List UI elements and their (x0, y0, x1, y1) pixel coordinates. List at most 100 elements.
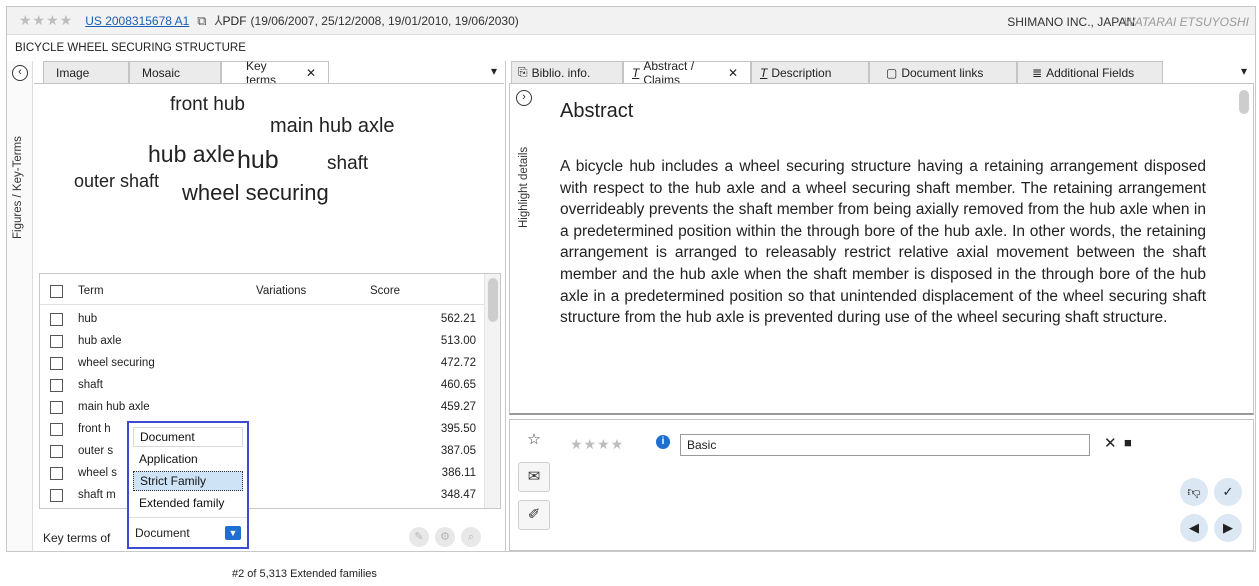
settings-icon[interactable]: ⚙ (435, 527, 455, 547)
user-rating-icon[interactable]: ☆ (518, 426, 550, 456)
table-row[interactable]: hub axle 513.00 (40, 330, 484, 352)
annotation-panel: ☆ ✉ ✐ ★★★★ i Basic ✕ ■ 👎︎ ✓ ◀ ▶ (509, 419, 1254, 551)
option-application[interactable]: Application (133, 449, 243, 469)
table-row[interactable]: outer s 387.05 (40, 440, 484, 462)
cloud-term[interactable]: front hub (170, 94, 245, 116)
applicant-name: SHIMANO INC., JAPAN (1007, 15, 1135, 29)
abstract-text: A bicycle hub includes a wheel securing … (560, 158, 1206, 327)
score-cell: 348.47 (440, 489, 476, 501)
note-icon[interactable]: ✉ (518, 462, 550, 492)
table-row[interactable]: wheel s 386.11 (40, 462, 484, 484)
document-header: ★★★★ US 2008315678 A1 ⧉ ⅄ PDF (19/06/200… (7, 7, 1255, 35)
close-icon[interactable]: ✕ (306, 66, 316, 80)
row-checkbox[interactable] (50, 356, 63, 370)
publication-number-link[interactable]: US 2008315678 A1 (85, 14, 189, 28)
table-scrollbar[interactable] (484, 274, 500, 508)
key-terms-panel: ‹ Figures / Key-Terms Image Mosaic Key t… (7, 59, 506, 551)
table-row[interactable]: wheel securing 472.72 (40, 352, 484, 374)
term-cell: shaft (78, 379, 103, 391)
highlight-details-label[interactable]: Highlight details (518, 147, 530, 228)
tab-document-links-label: Document links (901, 65, 984, 80)
highlight-icon[interactable]: ✎ (409, 527, 429, 547)
table-row[interactable]: shaft 460.65 (40, 374, 484, 396)
term-cell: front h (78, 423, 111, 435)
tab-image[interactable]: Image (43, 61, 129, 83)
scroll-thumb[interactable] (488, 278, 498, 322)
cloud-term[interactable]: main hub axle (270, 115, 395, 138)
rating-stars[interactable]: ★★★★ (19, 12, 73, 29)
chevron-down-icon[interactable]: ▼ (225, 526, 241, 540)
edit-note-icon[interactable]: ✐ (518, 500, 550, 530)
select-field[interactable]: Document ▼ (129, 517, 247, 547)
row-checkbox[interactable] (50, 422, 63, 436)
pdf-icon[interactable]: ⅄ (215, 13, 223, 29)
next-icon[interactable]: ▶ (1214, 514, 1242, 542)
check-icon[interactable]: ✓ (1214, 478, 1242, 506)
term-cell: shaft m (78, 489, 116, 501)
table-row[interactable]: shaft m 348.47 (40, 484, 484, 506)
label-input[interactable]: Basic (680, 434, 1090, 456)
row-checkbox[interactable] (50, 488, 63, 502)
search-icon[interactable]: ⌕ (461, 527, 481, 547)
clear-icon[interactable]: ✕ (1104, 434, 1117, 452)
score-cell: 387.05 (440, 445, 476, 457)
tab-menu-icon[interactable]: ▾ (491, 64, 497, 78)
side-strip: ‹ Figures / Key-Terms (7, 61, 33, 551)
key-terms-of-label: Key terms of (43, 531, 111, 545)
abstract-scrollbar[interactable] (1237, 86, 1251, 406)
info-icon[interactable]: i (656, 435, 670, 449)
key-terms-scope-dropdown[interactable]: Document Application Strict Family Exten… (127, 421, 249, 549)
tab-menu-icon[interactable]: ▾ (1241, 64, 1247, 78)
scroll-thumb[interactable] (1239, 90, 1249, 114)
previous-icon[interactable]: ◀ (1180, 514, 1208, 542)
row-checkbox[interactable] (50, 312, 63, 326)
cloud-term[interactable]: outer shaft (74, 171, 159, 192)
save-icon[interactable]: ■ (1124, 435, 1132, 450)
tab-key-terms[interactable]: Key terms ✕ (221, 59, 329, 87)
cloud-term[interactable]: wheel securing (182, 180, 329, 206)
term-cell: outer s (78, 445, 114, 457)
header-score[interactable]: Score (370, 285, 400, 297)
tab-mosaic[interactable]: Mosaic (129, 61, 221, 83)
row-checkbox[interactable] (50, 466, 63, 480)
cloud-term[interactable]: hub (237, 146, 279, 175)
row-checkbox[interactable] (50, 400, 63, 414)
collapse-left-icon[interactable]: ‹ (12, 65, 28, 81)
header-divider (40, 304, 484, 305)
row-checkbox[interactable] (50, 378, 63, 392)
document-title: BICYCLE WHEEL SECURING STRUCTURE (15, 42, 246, 54)
term-cloud: front hub main hub axle hub axle hub sha… (34, 83, 504, 265)
result-position-status: #2 of 5,313 Extended families (232, 568, 377, 580)
close-icon[interactable]: ✕ (728, 66, 738, 80)
option-strict-family[interactable]: Strict Family (133, 471, 243, 491)
tab-document-links[interactable]: ▢ Document links (869, 61, 1017, 83)
tab-abstract-claims[interactable]: T Abstract / Claims ✕ (623, 59, 751, 87)
header-term[interactable]: Term (78, 285, 104, 297)
figures-key-terms-label[interactable]: Figures / Key-Terms (12, 136, 24, 239)
cloud-term[interactable]: shaft (327, 153, 368, 175)
score-cell: 513.00 (440, 335, 476, 347)
tab-additional-fields[interactable]: ≣ Additional Fields (1017, 61, 1163, 83)
row-checkbox[interactable] (50, 444, 63, 458)
row-checkbox[interactable] (50, 334, 63, 348)
header-variations[interactable]: Variations (256, 285, 306, 297)
table-row[interactable]: front h 395.50 (40, 418, 484, 440)
cloud-term[interactable]: hub axle (148, 141, 235, 168)
fields-icon: ≣ (1032, 65, 1043, 80)
tab-biblio[interactable]: ⎘ Biblio. info. (511, 61, 623, 83)
option-extended-family[interactable]: Extended family (133, 493, 243, 513)
pdf-label[interactable]: PDF (223, 14, 247, 28)
abstract-panel: ⎘ Biblio. info. T Abstract / Claims ✕ T Desc… (507, 59, 1255, 551)
tab-image-label: Image (56, 65, 90, 80)
expand-highlight-icon[interactable]: › (516, 90, 532, 106)
score-cell: 472.72 (440, 357, 476, 369)
option-document[interactable]: Document (133, 427, 243, 447)
thumbs-down-icon[interactable]: 👎︎ (1180, 478, 1208, 506)
table-row[interactable]: main hub axle 459.27 (40, 396, 484, 418)
table-row[interactable]: hub 562.21 (40, 308, 484, 330)
document-dates: (19/06/2007, 25/12/2008, 19/01/2010, 19/… (250, 13, 519, 28)
note-rating-stars[interactable]: ★★★★ (570, 436, 624, 453)
tab-description[interactable]: T Description (751, 61, 869, 83)
select-all-checkbox[interactable] (50, 284, 63, 298)
copy-icon[interactable]: ⧉ (197, 13, 206, 29)
